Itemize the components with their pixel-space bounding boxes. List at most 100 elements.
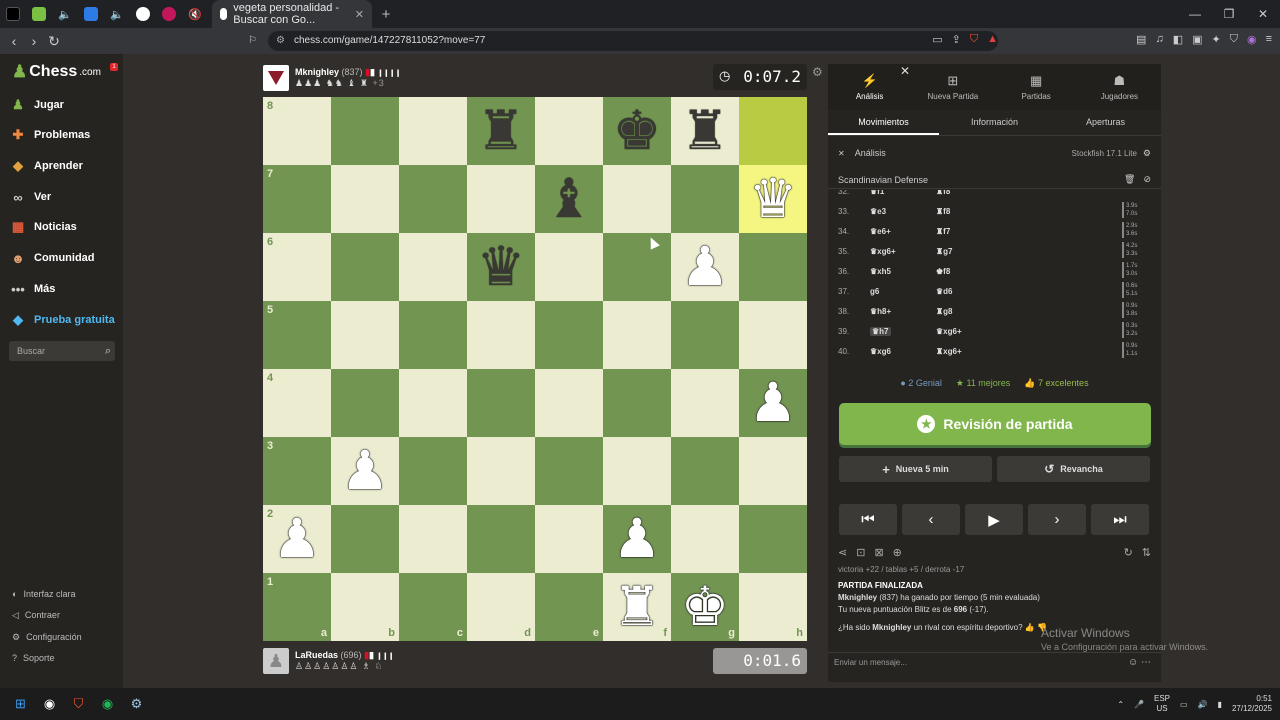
- sidebar-icon[interactable]: ◧: [1173, 33, 1183, 46]
- white-piece-h4[interactable]: ♟: [749, 376, 797, 430]
- tab-icon[interactable]: [26, 0, 52, 28]
- square-d6[interactable]: ♛: [467, 233, 535, 301]
- square-e7[interactable]: ♝: [535, 165, 603, 233]
- tab-nueva-partida[interactable]: ⊞ Nueva Partida: [911, 64, 994, 110]
- clock[interactable]: 0:51 27/12/2025: [1232, 694, 1272, 714]
- black-move[interactable]: ♜f7: [936, 227, 950, 236]
- square-f7[interactable]: [603, 165, 671, 233]
- square-a3[interactable]: 3: [263, 437, 331, 505]
- active-tab[interactable]: vegeta personalidad - Buscar con Go... ✕: [212, 0, 372, 28]
- square-d7[interactable]: [467, 165, 535, 233]
- site-info-icon[interactable]: ⚙: [276, 31, 285, 51]
- close-icon[interactable]: ✕: [838, 149, 845, 158]
- square-b5[interactable]: [331, 301, 399, 369]
- square-a6[interactable]: 6: [263, 233, 331, 301]
- white-piece-g6[interactable]: ♟: [681, 240, 729, 294]
- white-move[interactable]: ♛xg6+: [870, 247, 896, 256]
- trash-icon[interactable]: 🗑: [1124, 174, 1135, 185]
- url-field[interactable]: ⚐ ⚙ chess.com/game/147227811052?move=77: [248, 31, 998, 51]
- new-tab-button[interactable]: +: [372, 6, 400, 23]
- sidebar-footer-collapse[interactable]: ◁ Contraer: [12, 608, 60, 622]
- square-g4[interactable]: [671, 369, 739, 437]
- square-e3[interactable]: [535, 437, 603, 505]
- square-h4[interactable]: ♟: [739, 369, 807, 437]
- tiktok-tab-icon[interactable]: [0, 0, 26, 28]
- chat-input[interactable]: Enviar un mensaje... ☺ ⋯: [828, 652, 1161, 672]
- black-piece-g8[interactable]: ♜: [681, 104, 729, 158]
- square-g2[interactable]: [671, 505, 739, 573]
- white-move[interactable]: ♛h8+: [870, 307, 891, 316]
- black-piece-d6[interactable]: ♛: [477, 240, 525, 294]
- share-icon[interactable]: ⇪: [952, 33, 961, 46]
- refresh-icon[interactable]: ↻: [1124, 546, 1133, 559]
- black-move[interactable]: ♜g7: [936, 247, 953, 256]
- square-b7[interactable]: [331, 165, 399, 233]
- screen-icon[interactable]: ▭: [932, 33, 942, 46]
- sidebar-item-mas[interactable]: ••• Más: [10, 279, 55, 299]
- close-tab-icon[interactable]: ✕: [355, 8, 364, 21]
- square-b4[interactable]: [331, 369, 399, 437]
- search-icon[interactable]: ⌕: [105, 341, 111, 361]
- square-c5[interactable]: [399, 301, 467, 369]
- square-e1[interactable]: e: [535, 573, 603, 641]
- square-d4[interactable]: [467, 369, 535, 437]
- square-e8[interactable]: [535, 97, 603, 165]
- tab-icon[interactable]: [156, 0, 182, 28]
- square-c8[interactable]: [399, 97, 467, 165]
- avatar[interactable]: [263, 65, 289, 91]
- square-e5[interactable]: [535, 301, 603, 369]
- rematch-button[interactable]: ↺ Revancha: [997, 456, 1150, 482]
- sidebar-item-jugar[interactable]: ♟ Jugar: [10, 95, 64, 115]
- black-move[interactable]: ♚f8: [936, 267, 950, 276]
- square-d8[interactable]: ♜: [467, 97, 535, 165]
- square-b6[interactable]: [331, 233, 399, 301]
- thumbs-up-icon[interactable]: 👍: [1025, 623, 1035, 632]
- chat-name[interactable]: Mknighley: [838, 593, 877, 602]
- sidebar-item-ver[interactable]: ∞ Ver: [10, 187, 51, 207]
- muted-tab-icon[interactable]: 🔇: [182, 0, 208, 28]
- spotify-icon[interactable]: ◉: [93, 688, 122, 720]
- minimize-icon[interactable]: —: [1178, 7, 1212, 21]
- alert-icon[interactable]: ▲: [987, 33, 998, 46]
- square-g6[interactable]: ♟: [671, 233, 739, 301]
- search-input[interactable]: Buscar ⌕: [9, 341, 115, 361]
- white-piece-a2[interactable]: ♟: [273, 512, 321, 566]
- sidebar-item-problemas[interactable]: ✚ Problemas: [10, 125, 91, 145]
- player-name[interactable]: LaRuedas: [295, 650, 338, 660]
- black-move[interactable]: ♜f8: [936, 190, 950, 196]
- tab-icon[interactable]: [78, 0, 104, 28]
- board-settings-gear-icon[interactable]: ⚙: [812, 65, 823, 79]
- square-f1[interactable]: f ♜: [603, 573, 671, 641]
- forward-icon[interactable]: ›: [24, 33, 44, 49]
- first-move-button[interactable]: ⏮: [839, 504, 897, 535]
- square-e2[interactable]: [535, 505, 603, 573]
- square-b3[interactable]: ♟: [331, 437, 399, 505]
- white-piece-g1[interactable]: ♚: [681, 580, 729, 634]
- last-move-button[interactable]: ⏭: [1091, 504, 1149, 535]
- steam-icon[interactable]: ⚙: [122, 688, 151, 720]
- square-f3[interactable]: [603, 437, 671, 505]
- battery-icon[interactable]: ▮: [1218, 700, 1222, 709]
- square-c7[interactable]: [399, 165, 467, 233]
- google-tab-icon[interactable]: [130, 0, 156, 28]
- flip-board-icon[interactable]: ⇅: [1142, 546, 1151, 559]
- square-d1[interactable]: d: [467, 573, 535, 641]
- white-move[interactable]: ♛xh5: [870, 267, 891, 276]
- explorer-icon[interactable]: ⊠: [874, 546, 883, 559]
- square-h2[interactable]: [739, 505, 807, 573]
- chess-board[interactable]: 8 ♜ ♚ ♜ 7 ♝ ♛ 6 ♛ ♟ 5 4 ♟ 3 ♟ 2 ♟ ♟ 1 a b c d e f ♜ g ♚ h: [263, 97, 807, 641]
- sidebar-item-aprender[interactable]: ◆ Aprender: [10, 156, 83, 176]
- square-h7[interactable]: ♛: [739, 165, 807, 233]
- prev-move-button[interactable]: ‹: [902, 504, 960, 535]
- menu-icon[interactable]: ≡: [1266, 33, 1272, 46]
- square-g1[interactable]: g ♚: [671, 573, 739, 641]
- obs-icon[interactable]: ◉: [35, 688, 64, 720]
- engine-settings-gear-icon[interactable]: ⚙: [1143, 148, 1151, 159]
- square-a5[interactable]: 5: [263, 301, 331, 369]
- avatar[interactable]: ♟: [263, 648, 289, 674]
- square-h8[interactable]: [739, 97, 807, 165]
- sidebar-footer-light-mode[interactable]: ◐ Interfaz clara: [12, 587, 75, 601]
- square-g8[interactable]: ♜: [671, 97, 739, 165]
- sidebar-item-comunidad[interactable]: ☻ Comunidad: [10, 248, 94, 268]
- square-f6[interactable]: [603, 233, 671, 301]
